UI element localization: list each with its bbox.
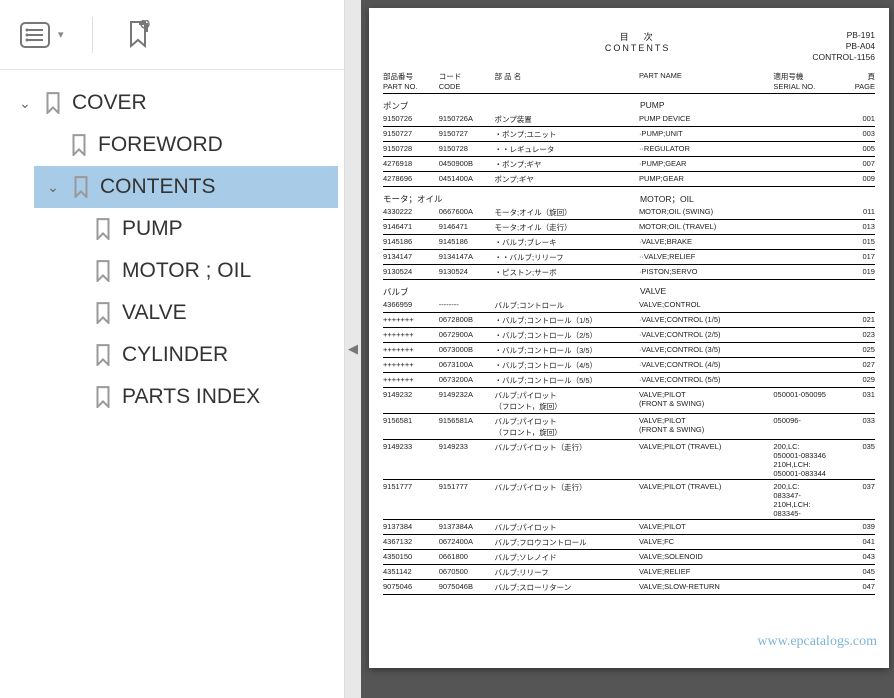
watermark: www.epcatalogs.com — [757, 634, 877, 650]
section-heading: ポンプPUMP — [383, 100, 875, 112]
bookmark-icon — [94, 302, 112, 324]
table-row: +++++++0673200A・バルブ;コントロール（5/5）·VALVE;CO… — [383, 373, 875, 388]
tree-item[interactable]: MOTOR ; OIL — [84, 250, 338, 292]
column-headers: 部品番号PART NO. コードCODE 部 品 名 PART NAME 適用号… — [383, 69, 875, 94]
table-row: 91305249130524・ピストン;サーボ·PISTON;SERVO019 — [383, 265, 875, 280]
document-page: 目 次 CONTENTS PB-191 PB-A04 CONTROL-1156 … — [369, 8, 889, 668]
section-heading: モータ；オイルMOTOR；OIL — [383, 193, 875, 205]
table-row: 91517779151777バルブ;パイロット（走行）VALVE;PILOT (… — [383, 480, 875, 520]
splitter[interactable]: ◀ — [345, 0, 361, 698]
list-icon — [20, 22, 50, 48]
bookmark-tree: ⌄ COVER FOREWORD ⌄ CONTENTS PUMP MOTOR ; … — [0, 70, 344, 698]
table-row: 4366959--------バルブ;コントロールVALVE;CONTROL — [383, 298, 875, 313]
table-row: +++++++0672800B・バルブ;コントロール（1/5）·VALVE;CO… — [383, 313, 875, 328]
bookmark-icon — [44, 92, 62, 114]
tree-label: PUMP — [122, 217, 183, 241]
table-row: +++++++0673100A・バルブ;コントロール（4/5）·VALVE;CO… — [383, 358, 875, 373]
table-row: 91464719146471モータ;オイル（走行）MOTOR;OIL (TRAV… — [383, 220, 875, 235]
tree-label: COVER — [72, 91, 147, 115]
table-row: 91507269150726Aポンプ装置PUMP DEVICE001 — [383, 112, 875, 127]
table-row: +++++++0672900A・バルブ;コントロール（2/5）·VALVE;CO… — [383, 328, 875, 343]
table-row: 90750469075046Bバルブ;スローリターンVALVE;SLOW-RET… — [383, 580, 875, 595]
sidebar: ▾ ⌄ COVER FOREWORD — [0, 0, 345, 698]
chevron-left-icon: ◀ — [348, 341, 358, 357]
document-viewport[interactable]: 目 次 CONTENTS PB-191 PB-A04 CONTROL-1156 … — [361, 0, 894, 698]
table-row: 42786960451400Aポンプ;ギヤPUMP;GEAR009 — [383, 172, 875, 187]
page-title-en: CONTENTS — [463, 43, 812, 53]
table-row: +++++++0673000B・バルブ;コントロール（3/5）·VALVE;CO… — [383, 343, 875, 358]
table-row: 91341479134147A・・バルブ;リリーフ··VALVE;RELIEF0… — [383, 250, 875, 265]
bookmark-icon — [94, 218, 112, 240]
outline-view-button[interactable] — [18, 18, 52, 52]
table-row: 91492339149233バルブ;パイロット（走行）VALVE;PILOT (… — [383, 440, 875, 480]
tree-item[interactable]: CYLINDER — [84, 334, 338, 376]
tree-label: CYLINDER — [122, 343, 228, 367]
table-row: 91373849137384Aバルブ;パイロットVALVE;PILOT039 — [383, 520, 875, 535]
chevron-down-icon[interactable]: ⌄ — [44, 179, 62, 196]
table-row: 42769180450900B・ポンプ;ギヤ·PUMP;GEAR007 — [383, 157, 875, 172]
tree-label: MOTOR ; OIL — [122, 259, 251, 283]
tree-item[interactable]: PUMP — [84, 208, 338, 250]
bookmark-ribbon-icon — [125, 20, 151, 50]
table-row: 91507289150728・・レギュレータ··REGULATOR005 — [383, 142, 875, 157]
table-row: 43302220667600Aモータ;オイル（旋回）MOTOR;OIL (SWI… — [383, 205, 875, 220]
tree-label: VALVE — [122, 301, 187, 325]
tree-label: FOREWORD — [98, 133, 223, 157]
bookmark-icon — [94, 386, 112, 408]
table-row: 91451869145186・バルブ;ブレーキ·VALVE;BRAKE015 — [383, 235, 875, 250]
bookmark-icon — [94, 344, 112, 366]
tree-label: PARTS INDEX — [122, 385, 260, 409]
bookmark-icon — [72, 176, 90, 198]
tree-item-foreword[interactable]: FOREWORD — [60, 124, 338, 166]
table-row: 43511420670500バルブ;リリーフVALVE;RELIEF045 — [383, 565, 875, 580]
toolbar-divider — [92, 17, 93, 53]
chevron-down-icon[interactable]: ⌄ — [16, 95, 34, 112]
tree-label: CONTENTS — [100, 175, 216, 199]
table-row: 43671320672400Aバルブ;フロウコントロールVALVE;FC041 — [383, 535, 875, 550]
tree-item-cover[interactable]: ⌄ COVER — [6, 82, 338, 124]
section-heading: バルブVALVE — [383, 286, 875, 298]
page-title-jp: 目 次 — [463, 30, 812, 43]
chevron-down-icon[interactable]: ▾ — [58, 28, 64, 41]
bookmark-icon — [70, 134, 88, 156]
tree-item[interactable]: VALVE — [84, 292, 338, 334]
tree-item[interactable]: PARTS INDEX — [84, 376, 338, 418]
table-row: 43501500661800バルブ;ソレノイドVALVE;SOLENOID043 — [383, 550, 875, 565]
bookmark-icon — [94, 260, 112, 282]
tree-item-contents[interactable]: ⌄ CONTENTS — [34, 166, 338, 208]
table-row: 91492329149232Aバルブ;パイロット （フロント，旋回）VALVE;… — [383, 388, 875, 414]
sidebar-toolbar: ▾ — [0, 0, 344, 70]
page-codes: PB-191 PB-A04 CONTROL-1156 — [812, 30, 875, 63]
table-row: 91507279150727・ポンプ;ユニット·PUMP;UNIT003 — [383, 127, 875, 142]
bookmark-page-button[interactable] — [121, 18, 155, 52]
table-row: 91565819156581Aバルブ;パイロット （フロント，旋回）VALVE;… — [383, 414, 875, 440]
